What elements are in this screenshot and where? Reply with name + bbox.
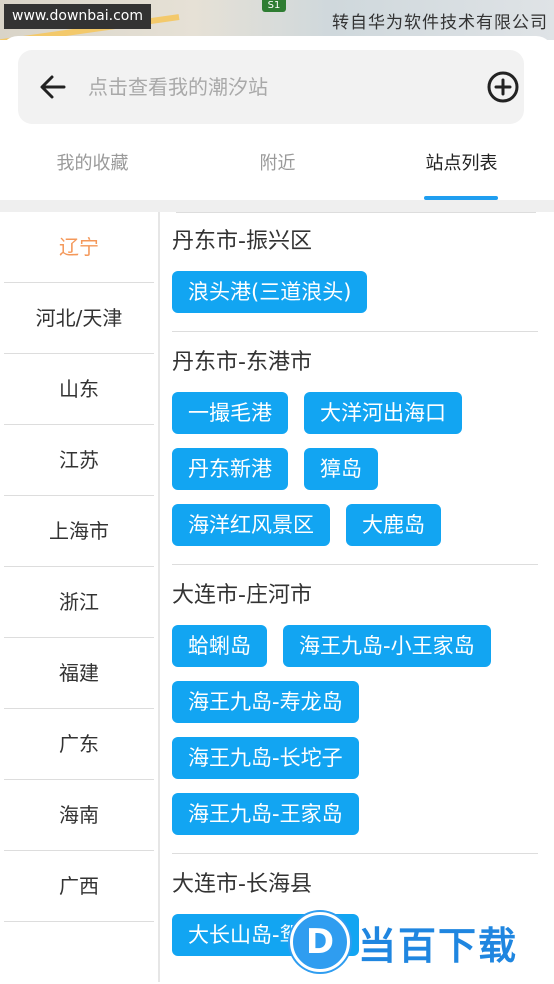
watermark-site: www.downbai.com	[4, 4, 151, 29]
station-chip[interactable]: 海王九岛-小王家岛	[283, 625, 491, 667]
station-chip[interactable]: 海王九岛-长坨子	[172, 737, 359, 779]
station-list: 丹东市-振兴区浪头港(三道浪头) 丹东市-东港市一撮毛港 大洋河出海口 丹东新港 獐岛海…	[172, 212, 542, 982]
province-item[interactable]: 福建	[4, 638, 154, 709]
map-road-shield: S1	[262, 0, 286, 12]
brand-logo-icon: D	[290, 912, 350, 972]
tab-nearby[interactable]: 附近	[185, 132, 370, 200]
watermark-credit: 转自华为软件技术有限公司	[332, 13, 548, 33]
station-chip[interactable]: 丹东新港	[172, 448, 288, 490]
group-divider	[172, 564, 538, 565]
province-item[interactable]: 广东	[4, 709, 154, 780]
station-chip-group: 浪头港(三道浪头)	[172, 271, 542, 331]
station-chip-group: 一撮毛港 大洋河出海口 丹东新港 獐岛海洋红风景区 大鹿岛	[172, 392, 542, 564]
station-chip[interactable]: 海王九岛-寿龙岛	[172, 681, 359, 723]
plus-circle-icon[interactable]	[486, 70, 520, 104]
province-list: 辽宁 河北/天津 山东 江苏 上海市 浙江 福建 广东 海南 广西	[0, 212, 160, 982]
station-group-title: 丹东市-振兴区	[172, 229, 312, 254]
station-chip[interactable]: 蛤蜊岛	[172, 625, 267, 667]
province-item[interactable]: 辽宁	[4, 212, 154, 283]
station-chip[interactable]: 大洋河出海口	[304, 392, 462, 434]
group-divider	[172, 331, 538, 332]
group-divider	[172, 853, 538, 854]
tab-bar: 我的收藏 附近 站点列表	[0, 132, 554, 200]
station-chip[interactable]: 大鹿岛	[346, 504, 441, 546]
province-item[interactable]: 广西	[4, 851, 154, 922]
station-group-title: 丹东市-东港市	[172, 350, 312, 375]
watermark-brand: D 当百下载	[290, 906, 550, 978]
tab-favorites[interactable]: 我的收藏	[0, 132, 185, 200]
station-chip-group: 蛤蜊岛 海王九岛-小王家岛海王九岛-寿龙岛 海王九岛-长坨子 海王九岛-王家岛	[172, 625, 542, 853]
station-chip[interactable]: 海洋红风景区	[172, 504, 330, 546]
province-item[interactable]: 江苏	[4, 425, 154, 496]
arrow-left-icon[interactable]	[38, 70, 68, 104]
province-item[interactable]: 海南	[4, 780, 154, 851]
tab-station-list[interactable]: 站点列表	[369, 132, 554, 200]
section-divider	[0, 200, 554, 212]
station-chip[interactable]: 海王九岛-王家岛	[172, 793, 359, 835]
province-item[interactable]: 浙江	[4, 567, 154, 638]
province-item[interactable]: 河北/天津	[4, 283, 154, 354]
station-chip[interactable]: 浪头港(三道浪头)	[172, 271, 368, 313]
search-placeholder[interactable]: 点击查看我的潮汐站	[88, 50, 268, 124]
station-chip[interactable]: 獐岛	[304, 448, 378, 490]
province-item[interactable]: 山东	[4, 354, 154, 425]
station-chip[interactable]: 一撮毛港	[172, 392, 288, 434]
province-item[interactable]: 上海市	[4, 496, 154, 567]
brand-text: 当百下载	[358, 923, 519, 968]
station-group-title: 大连市-庄河市	[172, 583, 312, 608]
search-bar[interactable]: 点击查看我的潮汐站	[18, 50, 524, 124]
